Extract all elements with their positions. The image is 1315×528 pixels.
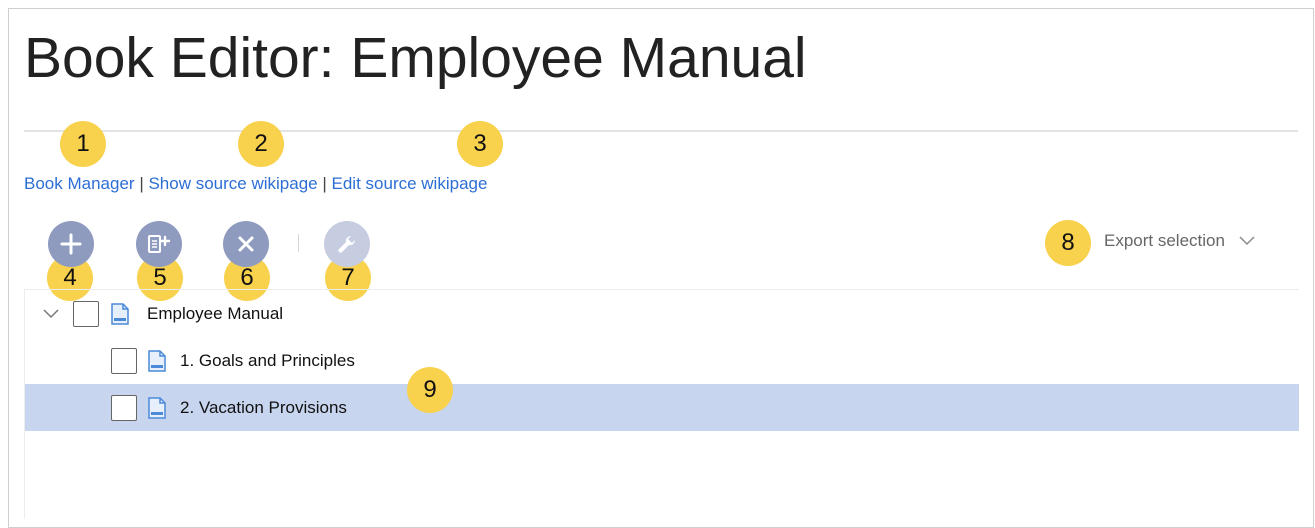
source-links: Book Manager | Show source wikipage | Ed… [24,172,487,196]
edit-source-link[interactable]: Edit source wikipage [332,174,488,193]
book-manager-link[interactable]: Book Manager [24,174,135,193]
callout-badge-8: 8 [1045,220,1091,266]
tree-item-label: 2. Vacation Provisions [180,398,347,417]
page-title: Book Editor: Employee Manual [24,26,807,90]
tree-row[interactable]: Employee Manual [25,290,1299,337]
remove-button[interactable] [223,221,269,267]
document-icon [148,397,166,419]
add-subpage-button[interactable] [136,221,182,267]
tree-item-label: 1. Goals and Principles [180,351,355,370]
book-tree: Employee Manual 1. Goals and Principles … [24,289,1299,519]
plus-icon [60,233,82,255]
tools-button[interactable] [324,221,370,267]
document-icon [148,350,166,372]
callout-badge-9: 9 [407,367,453,413]
export-selection-dropdown[interactable]: Export selection [1104,231,1255,251]
callout-badge-2: 2 [238,121,284,167]
callout-badge-1: 1 [60,121,106,167]
tree-item-checkbox[interactable] [111,348,137,374]
add-page-icon [148,235,171,253]
document-icon [111,303,129,325]
close-icon [238,236,254,252]
chevron-down-icon [1239,236,1255,246]
link-separator: | [139,174,144,193]
link-separator: | [322,174,327,193]
title-divider [24,130,1298,132]
tree-row[interactable]: 1. Goals and Principles [25,337,1299,384]
tree-item-checkbox[interactable] [73,301,99,327]
callout-badge-3: 3 [457,121,503,167]
chevron-down-icon[interactable] [43,309,59,319]
show-source-link[interactable]: Show source wikipage [148,174,317,193]
export-selection-label: Export selection [1104,231,1225,250]
wrench-icon [338,235,356,253]
tree-row-selected[interactable]: 2. Vacation Provisions [25,384,1299,431]
add-chapter-button[interactable] [48,221,94,267]
tree-item-label: Employee Manual [147,304,284,323]
tree-item-checkbox[interactable] [111,395,137,421]
toolbar-divider [298,234,299,252]
